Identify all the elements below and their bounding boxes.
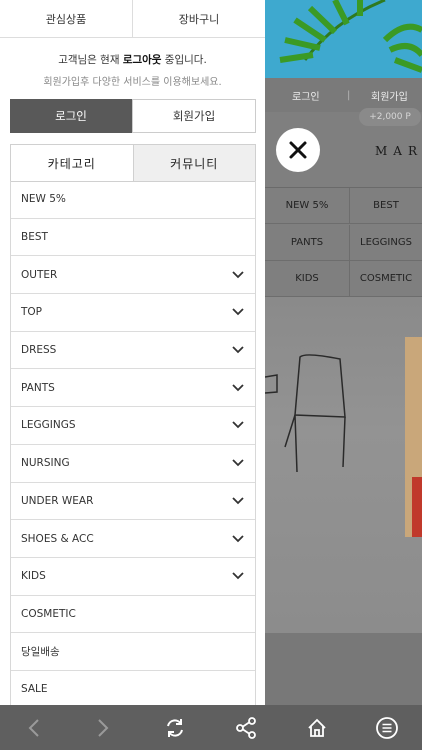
wishlist-link[interactable]: 관심상품 <box>0 0 132 37</box>
chevron-down-icon[interactable] <box>231 569 245 583</box>
login-status: 로그아웃 <box>122 54 162 66</box>
chevron-down-icon[interactable] <box>231 418 245 432</box>
menu-item[interactable]: SHOES & ACC <box>11 520 255 558</box>
side-drawer: 관심상품 장바구니 고객님은 현재 로그아웃 중입니다. 회원가입후 다양한 서… <box>0 0 265 705</box>
menu-item-label: TOP <box>21 306 43 319</box>
menu-item-label: SHOES & ACC <box>21 532 94 545</box>
greeting-line: 고객님은 현재 로그아웃 중입니다. <box>0 52 265 67</box>
menu-item[interactable]: DRESS <box>11 332 255 370</box>
menu-item[interactable]: LEGGINGS <box>11 407 255 445</box>
greeting-suffix: 중입니다. <box>161 54 207 66</box>
greeting-prefix: 고객님은 현재 <box>58 54 123 66</box>
close-drawer-button[interactable] <box>276 128 320 172</box>
forward-icon[interactable] <box>90 715 116 741</box>
menu-item-label: COSMETIC <box>21 607 76 620</box>
chevron-down-icon[interactable] <box>231 343 245 357</box>
back-icon[interactable] <box>21 715 47 741</box>
menu-item-label: 당일배송 <box>21 646 60 659</box>
background-topbar: 로그인 | 회원가입 <box>265 78 422 112</box>
divider: | <box>347 89 351 101</box>
site-logo: MAR <box>375 144 422 158</box>
chevron-down-icon[interactable] <box>231 494 245 508</box>
background-page: 로그인 | 회원가입 +2,000 P MAR NEW 5% BEST PANT… <box>265 0 422 705</box>
bg-cell: BEST <box>350 188 422 224</box>
menu-item-label: UNDER WEAR <box>21 494 94 507</box>
menu-item[interactable]: TOP <box>11 294 255 332</box>
menu-item-label: NURSING <box>21 457 70 470</box>
menu-item[interactable]: BEST <box>11 219 255 257</box>
chevron-down-icon[interactable] <box>231 456 245 470</box>
menu-item[interactable]: 당일배송 <box>11 633 255 671</box>
chevron-down-icon[interactable] <box>231 268 245 282</box>
chevron-down-icon[interactable] <box>231 532 245 546</box>
menu-item-label: BEST <box>21 231 48 244</box>
bg-cell: COSMETIC <box>350 261 422 297</box>
menu-item-label: PANTS <box>21 381 55 394</box>
browser-toolbar <box>0 705 422 750</box>
bg-join-link: 회원가입 <box>371 91 408 103</box>
auth-buttons: 로그인 회원가입 <box>10 99 256 133</box>
login-button[interactable]: 로그인 <box>10 99 132 133</box>
bg-login-link: 로그인 <box>292 91 320 103</box>
menu-item[interactable]: COSMETIC <box>11 596 255 634</box>
chevron-down-icon[interactable] <box>231 305 245 319</box>
menu-item-label: NEW 5% <box>21 193 66 206</box>
menu-item-label: DRESS <box>21 344 57 357</box>
category-menu: NEW 5% BEST OUTER TOP DRESS PANTS LEGGINGS NURS… <box>10 181 256 705</box>
menu-item-label: LEGGINGS <box>21 419 76 432</box>
home-icon[interactable] <box>304 715 330 741</box>
join-button[interactable]: 회원가입 <box>132 99 256 133</box>
menu-item[interactable]: SALE <box>11 671 255 705</box>
chair-image <box>265 337 422 537</box>
tab-community[interactable]: 커뮤니티 <box>132 145 255 181</box>
background-photo <box>265 297 422 633</box>
bg-cell: NEW 5% <box>265 188 350 224</box>
banner-image <box>265 0 422 78</box>
share-icon[interactable] <box>233 715 259 741</box>
close-icon <box>289 141 307 159</box>
menu-item[interactable]: KIDS <box>11 558 255 596</box>
bg-cell: LEGGINGS <box>350 225 422 261</box>
menu-icon[interactable] <box>374 715 400 741</box>
drawer-top-tabs: 관심상품 장바구니 <box>0 0 265 38</box>
greeting: 고객님은 현재 로그아웃 중입니다. 회원가입후 다양한 서비스를 이용해보세요… <box>0 38 265 98</box>
refresh-icon[interactable] <box>162 715 188 741</box>
points-badge: +2,000 P <box>359 108 421 126</box>
menu-item[interactable]: NEW 5% <box>11 181 255 219</box>
greeting-sub: 회원가입후 다양한 서비스를 이용해보세요. <box>43 77 222 88</box>
bg-cell: PANTS <box>265 225 350 261</box>
menu-item[interactable]: PANTS <box>11 369 255 408</box>
menu-item[interactable]: NURSING <box>11 445 255 483</box>
menu-item-label: SALE <box>21 683 48 696</box>
category-tabs: 카테고리 커뮤니티 <box>10 144 256 182</box>
bg-cell: KIDS <box>265 261 350 297</box>
palm-leaves-image <box>279 0 422 73</box>
background-category-grid: NEW 5% BEST PANTS LEGGINGS KIDS COSMETIC <box>265 187 422 297</box>
tab-category[interactable]: 카테고리 <box>11 145 133 181</box>
menu-item-label: KIDS <box>21 570 46 583</box>
chevron-down-icon[interactable] <box>231 381 245 395</box>
background-footer <box>265 633 422 705</box>
menu-item-label: OUTER <box>21 268 58 281</box>
cart-link[interactable]: 장바구니 <box>132 0 265 37</box>
menu-item[interactable]: OUTER <box>11 256 255 295</box>
menu-item[interactable]: UNDER WEAR <box>11 483 255 521</box>
